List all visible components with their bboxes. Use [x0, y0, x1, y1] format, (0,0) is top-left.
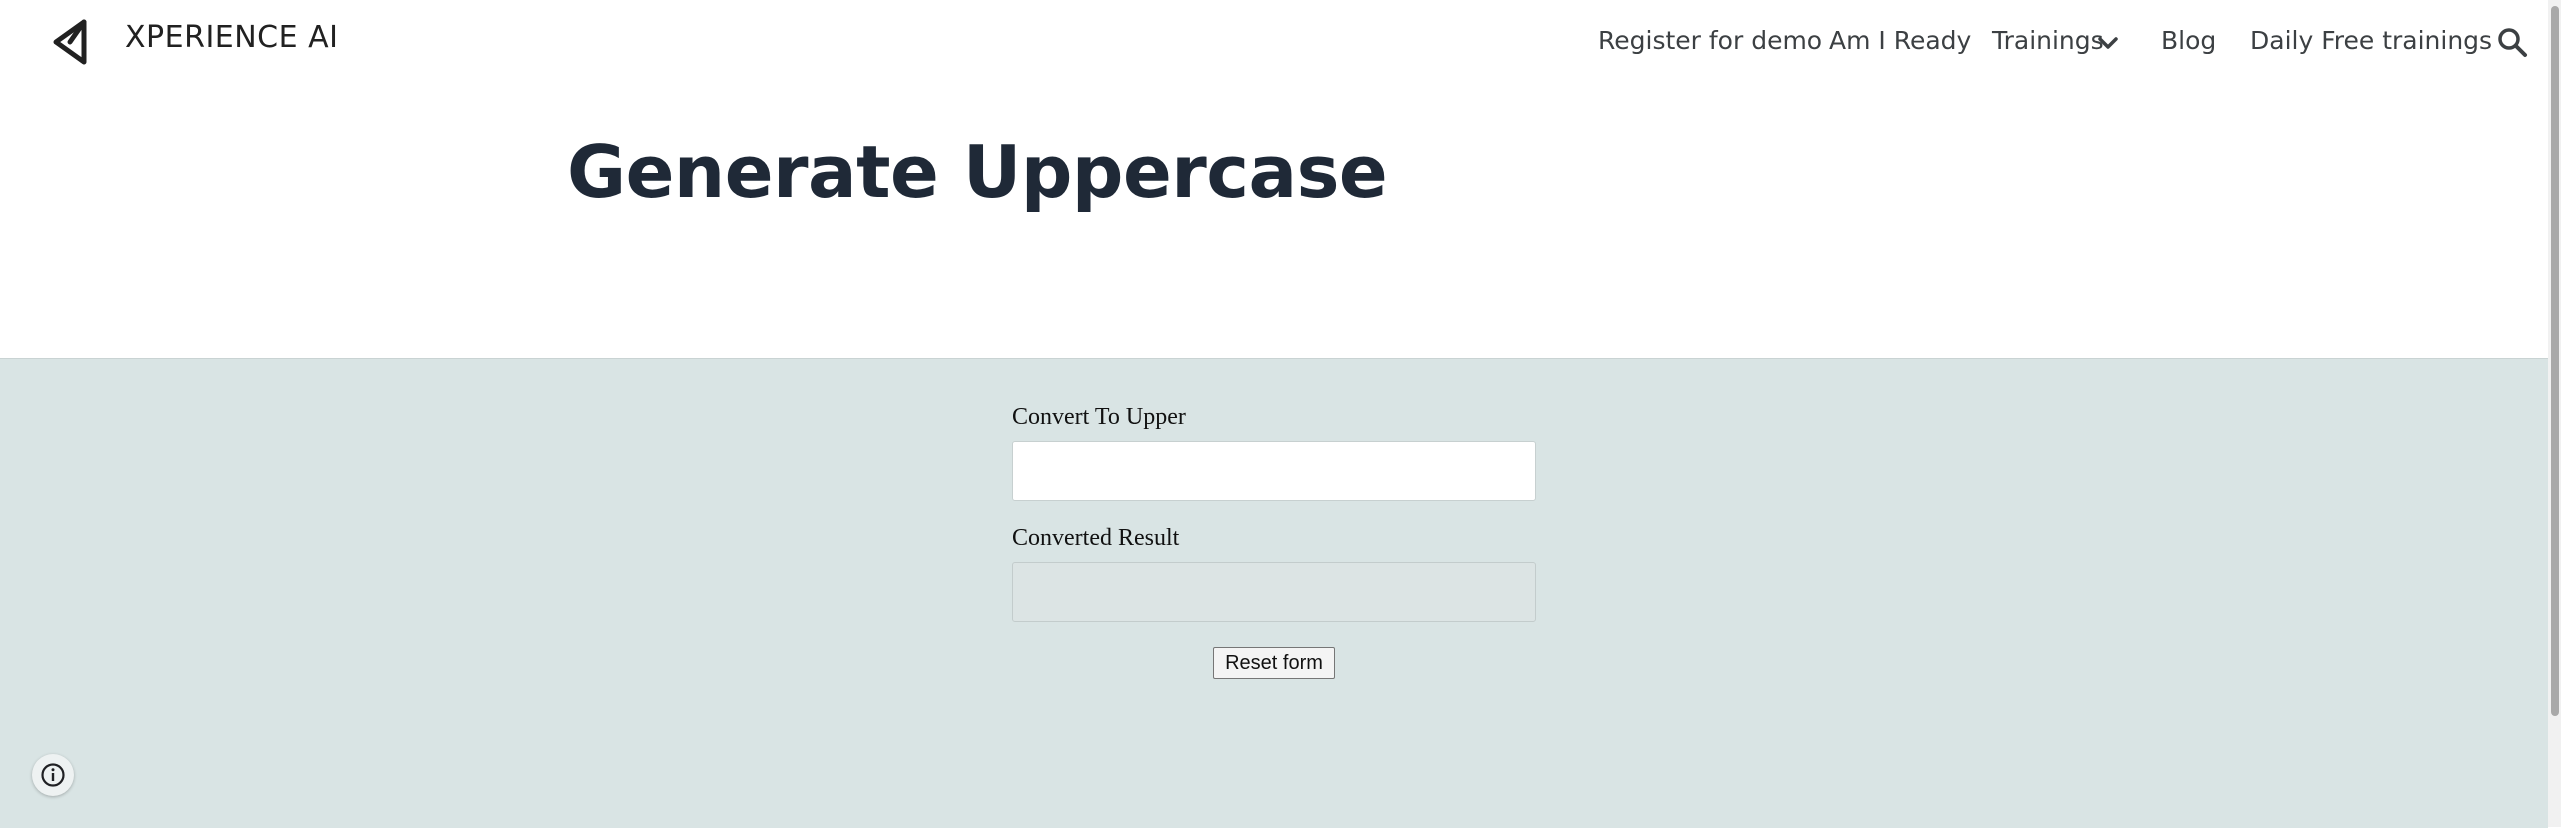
convert-to-upper-input[interactable]	[1012, 441, 1536, 501]
convert-input-label: Convert To Upper	[1012, 404, 1186, 430]
scrollbar-thumb[interactable]	[2551, 6, 2559, 716]
page-title: Generate Uppercase	[567, 130, 1388, 214]
nav-register-for-demo[interactable]: Register for demo	[1598, 26, 1822, 55]
chevron-down-icon[interactable]	[2097, 32, 2119, 54]
nav-am-i-ready[interactable]: Am I Ready	[1829, 26, 1971, 55]
info-button[interactable]	[32, 754, 74, 796]
site-header: XPERIENCE AI Register for demo Am I Read…	[0, 0, 2548, 84]
search-icon[interactable]	[2496, 26, 2528, 58]
site-logo-icon[interactable]	[48, 18, 92, 66]
converted-result-field	[1012, 562, 1536, 622]
nav-blog[interactable]: Blog	[2161, 26, 2216, 55]
reset-form-button[interactable]: Reset form	[1213, 647, 1335, 679]
converted-result-label: Converted Result	[1012, 525, 1180, 551]
info-icon	[41, 763, 65, 787]
nav-daily-free-trainings[interactable]: Daily Free trainings	[2250, 26, 2492, 55]
nav-trainings[interactable]: Trainings	[1992, 26, 2104, 55]
site-name[interactable]: XPERIENCE AI	[125, 20, 339, 55]
